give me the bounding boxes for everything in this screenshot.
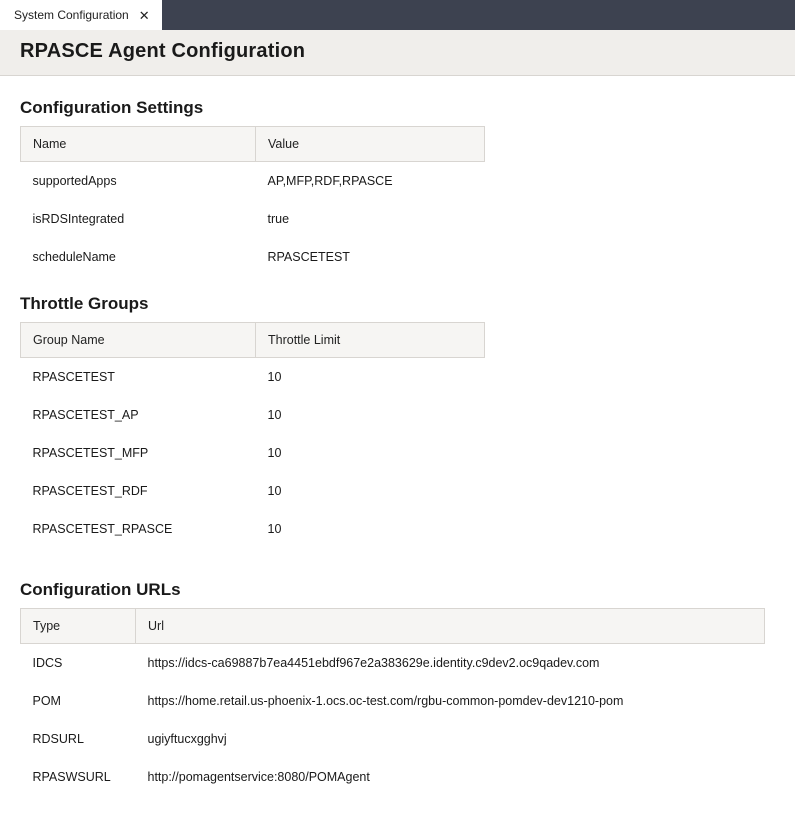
table-row: RDSURL ugiyftucxgghvj bbox=[21, 720, 765, 758]
table-row: IDCS https://idcs-ca69887b7ea4451ebdf967… bbox=[21, 644, 765, 683]
cell-name: POM bbox=[21, 682, 136, 720]
table-row: supportedApps AP,MFP,RDF,RPASCE bbox=[21, 162, 485, 201]
cell-name: IDCS bbox=[21, 644, 136, 683]
urls-col-type: Type bbox=[21, 609, 136, 644]
settings-table: Name Value supportedApps AP,MFP,RDF,RPAS… bbox=[20, 126, 485, 276]
settings-col-name: Name bbox=[21, 127, 256, 162]
cell-name: RPASCETEST_AP bbox=[21, 396, 256, 434]
cell-value: 10 bbox=[256, 510, 485, 548]
tab-label: System Configuration bbox=[14, 8, 129, 22]
section-title-urls: Configuration URLs bbox=[20, 580, 775, 600]
table-row: POM https://home.retail.us-phoenix-1.ocs… bbox=[21, 682, 765, 720]
throttle-col-name: Group Name bbox=[21, 323, 256, 358]
cell-value: ugiyftucxgghvj bbox=[136, 720, 765, 758]
cell-value: http://pomagentservice:8080/POMAgent bbox=[136, 758, 765, 796]
settings-col-value: Value bbox=[256, 127, 485, 162]
table-row: RPASCETEST 10 bbox=[21, 358, 485, 397]
cell-name: RPASWSURL bbox=[21, 758, 136, 796]
close-icon[interactable]: ✕ bbox=[139, 9, 150, 22]
top-bar: System Configuration ✕ bbox=[0, 0, 795, 30]
tab-system-configuration[interactable]: System Configuration ✕ bbox=[0, 0, 162, 30]
cell-value: true bbox=[256, 200, 485, 238]
cell-value: 10 bbox=[256, 434, 485, 472]
cell-value: 10 bbox=[256, 358, 485, 397]
table-row: scheduleName RPASCETEST bbox=[21, 238, 485, 276]
table-row: isRDSIntegrated true bbox=[21, 200, 485, 238]
section-title-settings: Configuration Settings bbox=[20, 98, 775, 118]
urls-col-url: Url bbox=[136, 609, 765, 644]
table-row: RPASCETEST_MFP 10 bbox=[21, 434, 485, 472]
cell-name: RPASCETEST_RDF bbox=[21, 472, 256, 510]
content: Configuration Settings Name Value suppor… bbox=[0, 76, 795, 816]
table-row: RPASCETEST_RPASCE 10 bbox=[21, 510, 485, 548]
cell-name: RPASCETEST_MFP bbox=[21, 434, 256, 472]
urls-table: Type Url IDCS https://idcs-ca69887b7ea44… bbox=[20, 608, 765, 796]
cell-value: https://idcs-ca69887b7ea4451ebdf967e2a38… bbox=[136, 644, 765, 683]
cell-value: RPASCETEST bbox=[256, 238, 485, 276]
cell-name: RDSURL bbox=[21, 720, 136, 758]
cell-value: 10 bbox=[256, 396, 485, 434]
cell-name: scheduleName bbox=[21, 238, 256, 276]
cell-value: 10 bbox=[256, 472, 485, 510]
throttle-col-limit: Throttle Limit bbox=[256, 323, 485, 358]
cell-name: RPASCETEST_RPASCE bbox=[21, 510, 256, 548]
page-title-bar: RPASCE Agent Configuration bbox=[0, 30, 795, 76]
cell-name: supportedApps bbox=[21, 162, 256, 201]
page-title: RPASCE Agent Configuration bbox=[20, 40, 775, 63]
throttle-table: Group Name Throttle Limit RPASCETEST 10 … bbox=[20, 322, 485, 548]
cell-value: https://home.retail.us-phoenix-1.ocs.oc-… bbox=[136, 682, 765, 720]
section-title-throttle: Throttle Groups bbox=[20, 294, 775, 314]
table-row: RPASWSURL http://pomagentservice:8080/PO… bbox=[21, 758, 765, 796]
table-row: RPASCETEST_RDF 10 bbox=[21, 472, 485, 510]
cell-name: isRDSIntegrated bbox=[21, 200, 256, 238]
cell-value: AP,MFP,RDF,RPASCE bbox=[256, 162, 485, 201]
cell-name: RPASCETEST bbox=[21, 358, 256, 397]
table-row: RPASCETEST_AP 10 bbox=[21, 396, 485, 434]
